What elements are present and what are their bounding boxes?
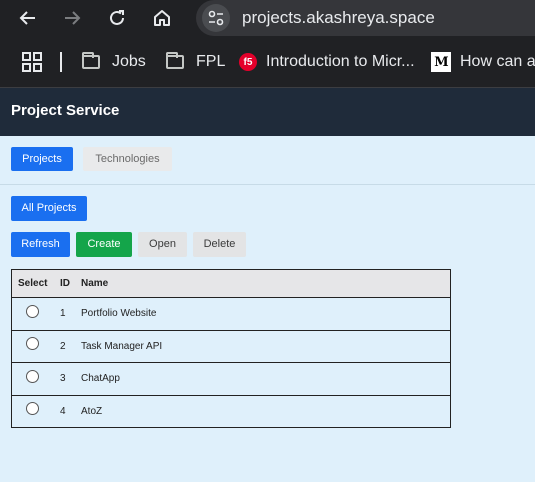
row-select-radio[interactable] (26, 304, 39, 318)
bookmark-jobs[interactable]: Jobs (82, 36, 146, 88)
project-name: Task Manager API (81, 340, 163, 352)
url-text: projects.akashreya.space (242, 8, 435, 27)
project-name: Portfolio Website (81, 308, 157, 320)
table-header-row: Select ID Name (12, 270, 450, 297)
bookmark-label: Jobs (112, 53, 146, 70)
tab-projects[interactable]: Projects (11, 147, 73, 171)
tune-icon[interactable] (202, 4, 230, 32)
project-id: 2 (60, 340, 66, 352)
project-id: 3 (60, 373, 66, 385)
bookmark-how-can-an[interactable]: M How can an (431, 36, 535, 88)
bookmark-introduction[interactable]: f5 Introduction to Micr... (239, 36, 415, 88)
create-button[interactable]: Create (76, 232, 132, 257)
table-row[interactable]: 4 AtoZ (12, 394, 450, 428)
row-select-radio[interactable] (26, 337, 39, 351)
medium-favicon-icon: M (431, 52, 451, 72)
app-header: Project Service (0, 88, 535, 136)
arrow-right-icon[interactable] (59, 0, 85, 36)
arrow-left-icon[interactable] (15, 0, 41, 36)
folder-icon (166, 52, 184, 69)
column-header-id: ID (60, 278, 70, 289)
section-divider (0, 184, 535, 185)
project-name: AtoZ (81, 405, 103, 417)
app-title: Project Service (11, 102, 120, 119)
table-row[interactable]: 1 Portfolio Website (12, 297, 450, 330)
project-name: ChatApp (81, 373, 120, 385)
column-header-select: Select (18, 278, 48, 289)
table-row[interactable]: 2 Task Manager API (12, 329, 450, 363)
bookmarks-separator (60, 52, 62, 72)
row-select-radio[interactable] (26, 369, 39, 383)
bookmark-label: FPL (196, 53, 226, 70)
project-id: 1 (60, 308, 66, 320)
address-bar[interactable]: projects.akashreya.space (196, 0, 535, 36)
delete-button[interactable]: Delete (193, 232, 246, 257)
projects-table: Select ID Name 1 Portfolio Website 2 Tas… (11, 269, 451, 428)
open-button[interactable]: Open (138, 232, 187, 257)
column-header-name: Name (81, 278, 109, 289)
home-icon[interactable] (149, 0, 175, 36)
row-select-radio[interactable] (26, 402, 39, 416)
bookmarks-bar: Jobs FPL f5 Introduction to Micr... M Ho… (0, 36, 535, 88)
project-id: 4 (60, 405, 66, 417)
f5-favicon-icon: f5 (239, 53, 257, 71)
refresh-button[interactable]: Refresh (11, 232, 70, 257)
bookmark-label: Introduction to Micr... (266, 53, 415, 70)
folder-icon (82, 52, 100, 69)
apps-grid-icon[interactable] (22, 52, 42, 72)
browser-toolbar: projects.akashreya.space (0, 0, 535, 36)
table-row[interactable]: 3 ChatApp (12, 362, 450, 395)
bookmark-label: How can an (460, 53, 535, 70)
all-projects-button[interactable]: All Projects (11, 196, 87, 221)
bookmark-fpl[interactable]: FPL (166, 36, 225, 88)
tab-technologies[interactable]: Technologies (83, 147, 172, 171)
reload-icon[interactable] (104, 0, 130, 36)
